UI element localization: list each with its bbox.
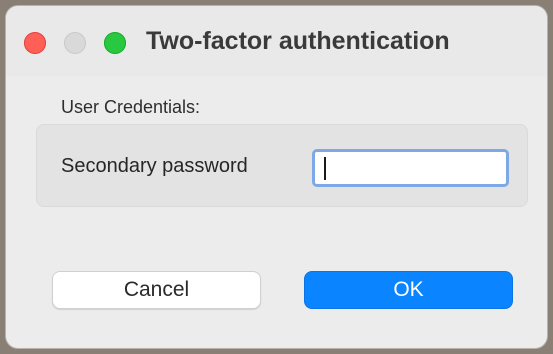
zoom-window-icon[interactable] <box>104 32 126 54</box>
cancel-button[interactable]: Cancel <box>52 271 261 309</box>
close-window-icon[interactable] <box>24 32 46 54</box>
minimize-window-icon <box>64 32 86 54</box>
dialog-window: Two-factor authentication User Credentia… <box>6 6 547 348</box>
title-bar: Two-factor authentication <box>6 6 547 76</box>
text-caret <box>324 157 326 180</box>
window-title: Two-factor authentication <box>146 27 450 55</box>
secondary-password-input[interactable] <box>312 149 509 187</box>
secondary-password-label: Secondary password <box>61 155 248 177</box>
section-label: User Credentials: <box>61 97 201 117</box>
credentials-group: Secondary password <box>36 124 528 207</box>
ok-button[interactable]: OK <box>304 271 513 309</box>
